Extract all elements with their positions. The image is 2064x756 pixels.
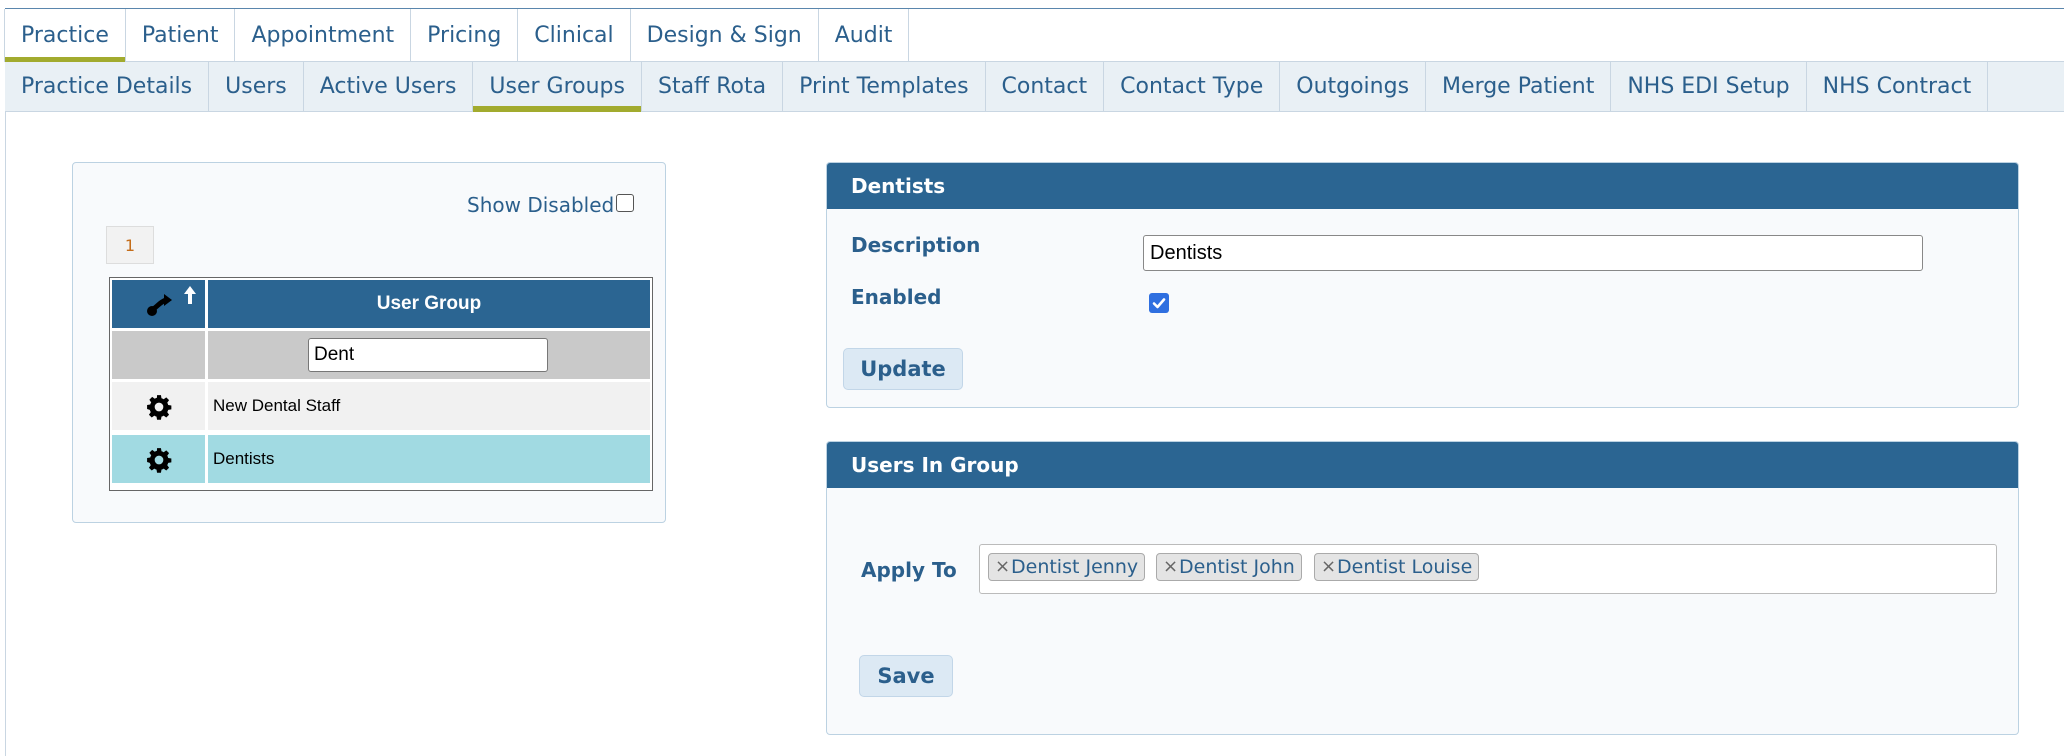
apply-to-multiselect[interactable]: × Dentist Jenny × Dentist John × Dentist… [979, 544, 1997, 594]
show-disabled-checkbox[interactable] [616, 194, 634, 212]
user-group-name[interactable]: New Dental Staff [208, 382, 650, 430]
grid-header-row: User Group [112, 280, 650, 328]
user-group-name[interactable]: Dentists [208, 435, 650, 483]
subtab-outgoings[interactable]: Outgoings [1280, 62, 1427, 112]
user-tag[interactable]: × Dentist Jenny [988, 553, 1146, 581]
user-group-filter-input[interactable] [308, 338, 548, 372]
subtab-nhs-edi-setup[interactable]: NHS EDI Setup [1611, 62, 1807, 112]
group-details-title: Dentists [827, 163, 2018, 209]
user-tag[interactable]: × Dentist John [1156, 553, 1302, 581]
tab-design-sign[interactable]: Design & Sign [629, 9, 819, 62]
save-button[interactable]: Save [859, 655, 953, 697]
subtab-merge-patient[interactable]: Merge Patient [1426, 62, 1612, 112]
users-in-group-title: Users In Group [827, 442, 2018, 488]
user-group-grid: User Group New Dental Staff Dentists [109, 277, 653, 491]
sort-header-cell[interactable] [112, 280, 205, 328]
user-tag-label: Dentist John [1179, 556, 1295, 578]
user-tag-label: Dentist Jenny [1011, 556, 1139, 578]
update-button[interactable]: Update [843, 348, 963, 390]
gear-icon[interactable] [146, 394, 172, 420]
show-disabled-label: Show Disabled [467, 193, 615, 217]
subtab-user-groups[interactable]: User Groups [473, 62, 642, 112]
tab-audit[interactable]: Audit [817, 9, 910, 62]
group-details-panel: Dentists Description Enabled Update [826, 162, 2019, 408]
users-in-group-panel: Users In Group Apply To × Dentist Jenny … [826, 441, 2019, 735]
sub-nav-tabs: Practice Details Users Active Users User… [5, 62, 2064, 112]
remove-tag-icon[interactable]: × [1163, 554, 1178, 580]
description-label: Description [851, 233, 981, 257]
subtab-print-templates[interactable]: Print Templates [783, 62, 986, 112]
top-nav-tabs: Practice Patient Appointment Pricing Cli… [4, 8, 2064, 63]
table-row[interactable]: New Dental Staff [112, 382, 650, 430]
subtab-users[interactable]: Users [209, 62, 304, 112]
enabled-checkbox[interactable] [1149, 293, 1169, 313]
user-group-column-header[interactable]: User Group [208, 280, 650, 328]
grid-filter-row [112, 331, 650, 379]
subtab-staff-rota[interactable]: Staff Rota [642, 62, 784, 112]
subtab-contact-type[interactable]: Contact Type [1104, 62, 1281, 112]
row-settings-cell [112, 382, 205, 430]
user-tag-label: Dentist Louise [1337, 556, 1473, 578]
page-number-button[interactable]: 1 [106, 226, 154, 264]
remove-tag-icon[interactable]: × [995, 554, 1010, 580]
sort-handle-icon[interactable] [112, 280, 205, 328]
tab-patient[interactable]: Patient [124, 9, 236, 62]
row-settings-cell [112, 435, 205, 483]
filter-empty-cell [112, 331, 205, 379]
remove-tag-icon[interactable]: × [1321, 554, 1336, 580]
subtab-contact[interactable]: Contact [986, 62, 1105, 112]
checkmark-icon [1152, 298, 1166, 309]
content-left-border [5, 112, 6, 756]
subtab-active-users[interactable]: Active Users [304, 62, 474, 112]
tab-pricing[interactable]: Pricing [410, 9, 519, 62]
tab-practice[interactable]: Practice [4, 9, 126, 63]
description-input[interactable] [1143, 235, 1923, 271]
tab-clinical[interactable]: Clinical [517, 9, 631, 62]
subtab-practice-details[interactable]: Practice Details [5, 62, 210, 112]
user-group-list-panel: Show Disabled 1 User Group Dent New Dent… [72, 162, 666, 523]
subtab-nhs-contract[interactable]: NHS Contract [1807, 62, 1989, 112]
gear-icon[interactable] [146, 447, 172, 473]
tab-appointment[interactable]: Appointment [234, 9, 412, 62]
user-tag[interactable]: × Dentist Louise [1314, 553, 1480, 581]
apply-to-label: Apply To [861, 558, 957, 582]
enabled-label: Enabled [851, 285, 942, 309]
filter-cell [208, 331, 650, 379]
table-row-selected[interactable]: Dentists [112, 435, 650, 483]
